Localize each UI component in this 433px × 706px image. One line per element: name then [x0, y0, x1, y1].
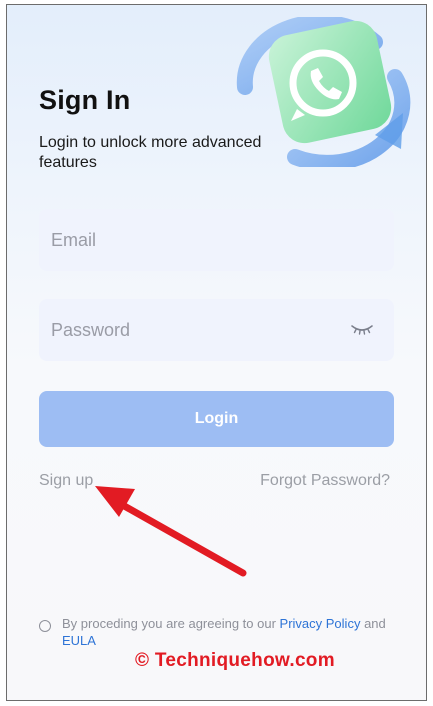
- terms-prefix: By proceding you are agreeing to our: [62, 616, 280, 631]
- page-title: Sign In: [39, 85, 131, 115]
- terms-and: and: [360, 616, 386, 631]
- eye-closed-icon[interactable]: [350, 322, 374, 336]
- privacy-policy-link[interactable]: Privacy Policy: [280, 616, 361, 631]
- terms-radio[interactable]: [39, 620, 51, 632]
- password-input[interactable]: [39, 299, 394, 361]
- eula-link[interactable]: EULA: [62, 633, 96, 648]
- page-subtitle: Login to unlock more advanced features: [39, 134, 262, 171]
- sign-up-link[interactable]: Sign up: [39, 472, 93, 490]
- email-input[interactable]: [39, 209, 394, 271]
- forgot-password-link[interactable]: Forgot Password?: [260, 472, 390, 490]
- email-field-container: [39, 209, 394, 271]
- login-button[interactable]: Login: [39, 391, 394, 447]
- app-screen: Sign In Login to unlock more advanced fe…: [6, 4, 427, 701]
- terms-text: By proceding you are agreeing to our Pri…: [62, 615, 399, 649]
- terms-agreement: By proceding you are agreeing to our Pri…: [39, 615, 399, 649]
- watermark: © Techniquehow.com: [135, 650, 335, 671]
- password-field-container: [39, 299, 394, 361]
